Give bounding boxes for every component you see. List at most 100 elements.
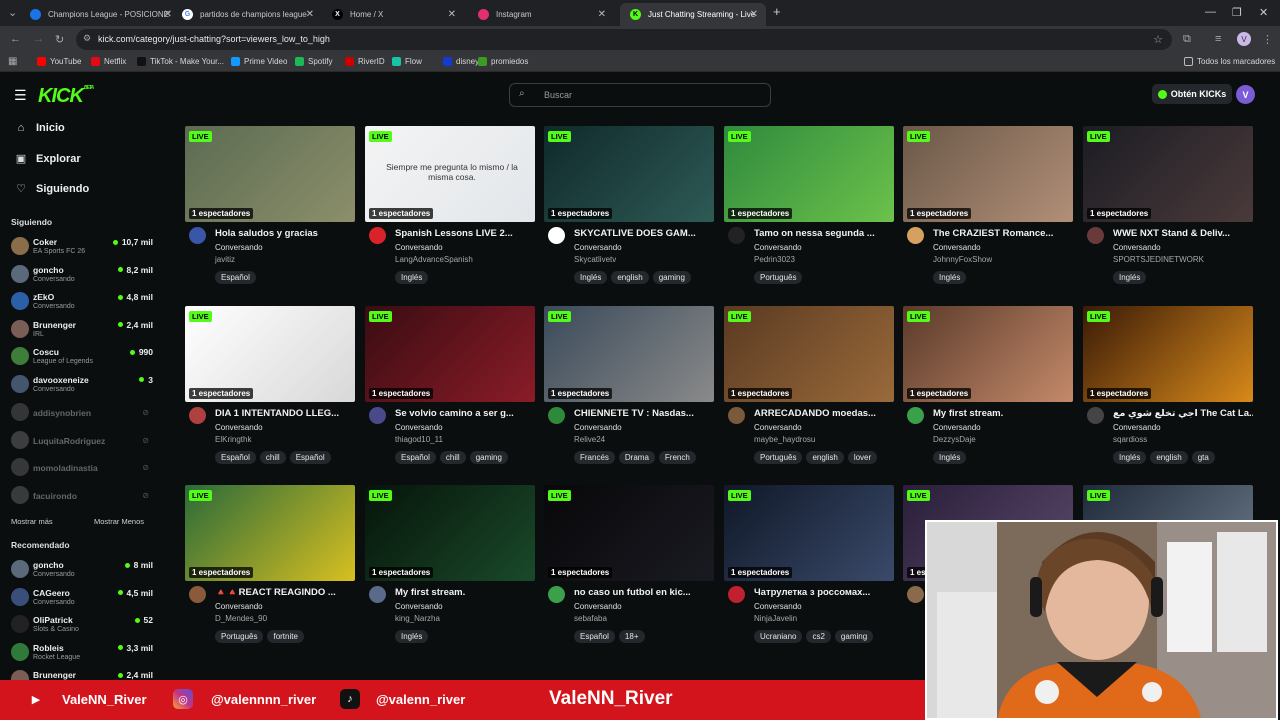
streamer-avatar[interactable] xyxy=(907,227,924,244)
stream-card[interactable]: LIVE 1 espectadores no caso un futbol en k… xyxy=(544,485,714,647)
stream-category[interactable]: Conversando xyxy=(215,243,263,252)
stream-category[interactable]: Conversando xyxy=(754,423,802,432)
extensions-icon[interactable]: ⧉ xyxy=(1183,33,1191,46)
stream-tag[interactable]: english xyxy=(806,451,844,464)
bookmark-star-icon[interactable]: ☆ xyxy=(1153,33,1163,46)
user-avatar[interactable]: V xyxy=(1236,85,1255,104)
stream-thumbnail[interactable]: LIVE 1 espectadores xyxy=(365,485,535,581)
streamer-avatar[interactable] xyxy=(907,586,924,603)
streamer-avatar[interactable] xyxy=(369,586,386,603)
stream-title[interactable]: no caso un futbol en kic... xyxy=(574,587,714,598)
sidebar-channel[interactable]: facuirondo ⊘ xyxy=(11,483,153,509)
stream-title[interactable]: اجي تخلع شوي مع The Cat La... xyxy=(1113,408,1253,419)
streamer-username[interactable]: king_Narzha xyxy=(395,614,440,623)
stream-category[interactable]: Conversando xyxy=(933,243,981,252)
media-icon[interactable]: ≡ xyxy=(1215,33,1221,45)
apps-grid-icon[interactable]: ▦ xyxy=(8,56,17,67)
stream-tag[interactable]: fortnite xyxy=(267,630,304,643)
stream-card[interactable]: LIVE 1 espectadores Tamo on nessa segunda … xyxy=(724,126,894,288)
stream-tag[interactable]: French xyxy=(658,451,696,464)
stream-title[interactable]: CHIENNETE TV : Nasdas... xyxy=(574,408,714,419)
bookmark-item[interactable]: Netflix xyxy=(91,57,126,66)
streamer-username[interactable]: NinjaJavelin xyxy=(754,614,797,623)
streamer-username[interactable]: sebafaba xyxy=(574,614,607,623)
forward-icon[interactable]: → xyxy=(33,33,44,45)
search-input[interactable]: ⌕ Buscar xyxy=(509,83,771,107)
bookmark-item[interactable]: TikTok - Make Your... xyxy=(137,57,224,66)
stream-tag[interactable]: Inglés xyxy=(933,451,967,464)
stream-tag[interactable]: Inglés xyxy=(933,271,967,284)
stream-title[interactable]: 🔺🔺REACT REAGINDO ... xyxy=(215,587,355,598)
stream-title[interactable]: My first stream. xyxy=(933,408,1073,419)
stream-category[interactable]: Conversando xyxy=(215,602,263,611)
stream-category[interactable]: Conversando xyxy=(215,423,263,432)
address-bar[interactable]: ⚙ kick.com/category/just-chatting?sort=v… xyxy=(76,29,1172,50)
stream-tag[interactable]: Português xyxy=(215,630,264,643)
stream-category[interactable]: Conversando xyxy=(574,423,622,432)
stream-thumbnail[interactable]: LIVE 1 espectadores xyxy=(1083,126,1253,222)
sidebar-channel[interactable]: Robleis Rocket League 3,3 mil xyxy=(11,640,153,666)
url-text[interactable]: kick.com/category/just-chatting?sort=vie… xyxy=(98,34,330,44)
stream-tag[interactable]: Inglés xyxy=(395,271,429,284)
stream-thumbnail[interactable]: LIVE 1 espectadores xyxy=(724,126,894,222)
reload-icon[interactable]: ↻ xyxy=(55,33,64,46)
browser-tab[interactable]: Champions League - POSICIONES ✕ xyxy=(20,3,180,26)
stream-category[interactable]: Conversando xyxy=(395,602,443,611)
stream-tag[interactable]: 18+ xyxy=(618,630,645,643)
stream-tag[interactable]: Inglés xyxy=(1113,451,1147,464)
browser-tab[interactable]: K Just Chatting Streaming - Live on Kick✕ xyxy=(620,3,766,26)
streamer-username[interactable]: DezzysDaje xyxy=(933,435,976,444)
kick-logo[interactable]: KICKBETA xyxy=(38,85,94,108)
close-window-icon[interactable]: ✕ xyxy=(1259,6,1268,19)
sidebar-channel[interactable]: momoladinastia ⊘ xyxy=(11,455,153,481)
stream-tag[interactable]: Español xyxy=(574,630,615,643)
browser-tab[interactable]: Instagram ✕ xyxy=(468,3,614,26)
stream-thumbnail[interactable]: LIVE 1 espectadores xyxy=(185,126,355,222)
stream-card[interactable]: LIVE 1 espectadores اجي تخلع شوي مع The Ca… xyxy=(1083,306,1253,468)
stream-title[interactable]: WWE NXT Stand & Deliv... xyxy=(1113,228,1253,239)
stream-category[interactable]: Conversando xyxy=(754,602,802,611)
streamer-username[interactable]: Pedrin3023 xyxy=(754,255,795,264)
stream-card[interactable]: LIVE 1 espectadores The CRAZIEST Romance..… xyxy=(903,126,1073,288)
streamer-avatar[interactable] xyxy=(548,407,565,424)
stream-tag[interactable]: lover xyxy=(847,451,878,464)
stream-thumbnail[interactable]: LIVE 1 espectadores xyxy=(1083,306,1253,402)
stream-card[interactable]: LIVE 1 espectadores Hola saludos y gracias… xyxy=(185,126,355,288)
streamer-avatar[interactable] xyxy=(1087,407,1104,424)
stream-thumbnail[interactable]: LIVE 1 espectadores xyxy=(365,306,535,402)
nav-siguiendo[interactable]: ♡ Siguiendo xyxy=(14,182,89,196)
stream-title[interactable]: SKYCATLIVE DOES GAM... xyxy=(574,228,714,239)
stream-tag[interactable]: chill xyxy=(259,451,286,464)
show-more-button[interactable]: Mostrar más xyxy=(11,517,53,526)
stream-title[interactable]: My first stream. xyxy=(395,587,535,598)
stream-category[interactable]: Conversando xyxy=(395,243,443,252)
stream-tag[interactable]: Español xyxy=(215,451,256,464)
stream-tag[interactable]: gaming xyxy=(469,451,508,464)
stream-thumbnail[interactable]: LIVE 1 espectadores xyxy=(724,485,894,581)
stream-category[interactable]: Conversando xyxy=(574,602,622,611)
stream-card[interactable]: LIVE 1 espectadores Чатрулетка з россомах.… xyxy=(724,485,894,647)
show-less-button[interactable]: Mostrar Menos xyxy=(94,517,144,526)
hamburger-menu-icon[interactable]: ☰ xyxy=(14,87,27,104)
stream-card[interactable]: LIVE 1 espectadores ARRECADANDO moedas... C… xyxy=(724,306,894,468)
stream-thumbnail[interactable]: LIVE 1 espectadores xyxy=(903,306,1073,402)
tab-close-icon[interactable]: ✕ xyxy=(164,9,172,20)
sidebar-channel[interactable]: zEkO Conversando 4,8 mil xyxy=(11,289,153,315)
stream-tag[interactable]: cs2 xyxy=(806,630,831,643)
stream-tag[interactable]: Español xyxy=(395,451,436,464)
streamer-avatar[interactable] xyxy=(189,407,206,424)
stream-category[interactable]: Conversando xyxy=(933,423,981,432)
streamer-avatar[interactable] xyxy=(189,586,206,603)
sidebar-channel[interactable]: Brunenger IRL 2,4 mil xyxy=(11,317,153,343)
nav-inicio[interactable]: ⌂ Inicio xyxy=(14,122,65,134)
stream-card[interactable]: LIVE 1 espectadores WWE NXT Stand & Deliv.… xyxy=(1083,126,1253,288)
stream-tag[interactable]: Francés xyxy=(574,451,615,464)
streamer-avatar[interactable] xyxy=(728,407,745,424)
minimize-icon[interactable]: — xyxy=(1205,6,1216,18)
stream-tag[interactable]: Inglés xyxy=(1113,271,1147,284)
tab-close-icon[interactable]: ✕ xyxy=(598,9,606,20)
browser-tab[interactable]: Gpartidos de champions league ✕ xyxy=(172,3,322,26)
stream-card[interactable]: Siempre me pregunta lo mismo / la misma … xyxy=(365,126,535,288)
stream-tag[interactable]: gaming xyxy=(652,271,691,284)
bookmark-item[interactable]: RiverID xyxy=(345,57,385,66)
